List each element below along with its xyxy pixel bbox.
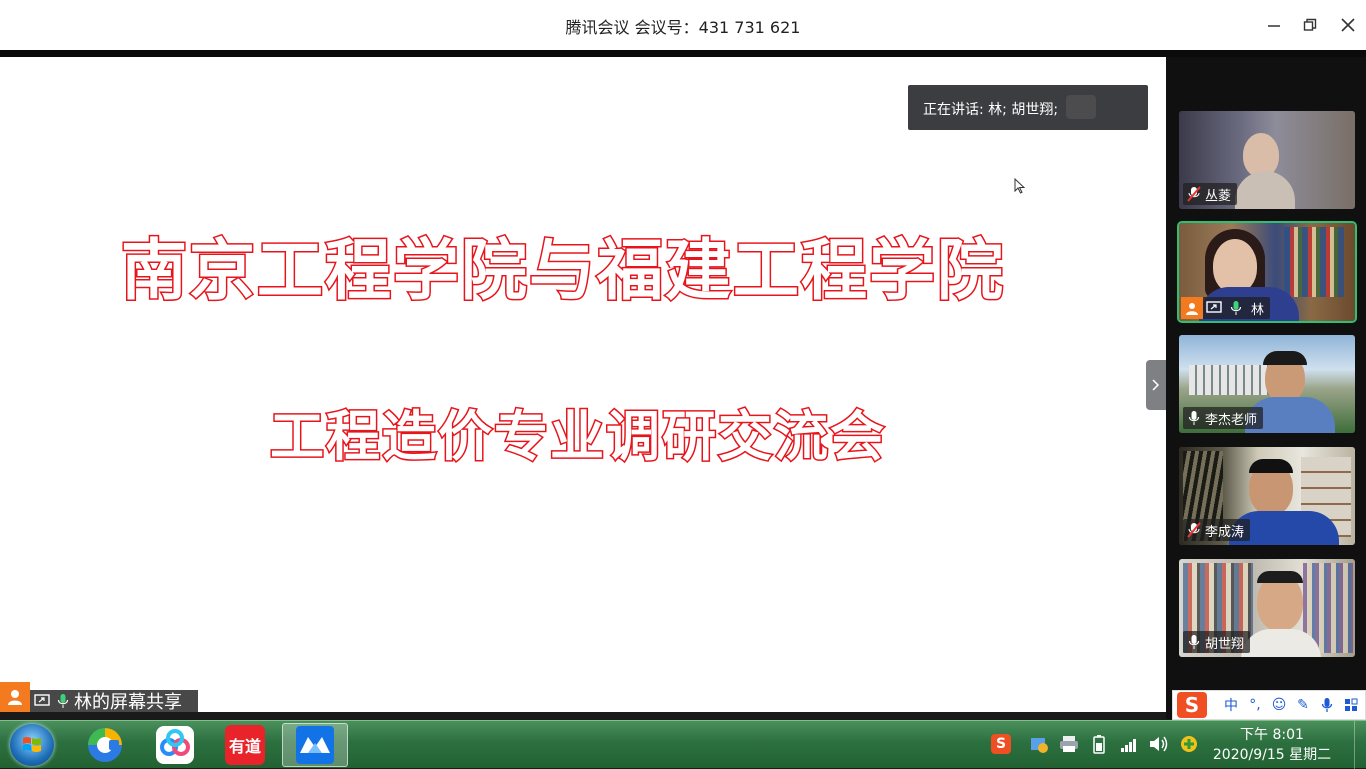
participant-panel: 丛菱 林 李杰老师 李成涛 胡世翔 — [1166, 57, 1366, 719]
taskbar: 有道 S 下午 8:01 2020/9/15 星期二 — [0, 720, 1366, 769]
close-icon[interactable] — [1336, 13, 1360, 37]
minimize-icon[interactable] — [1262, 13, 1286, 37]
screen-share-icon — [1203, 297, 1225, 319]
participant-tile[interactable]: 丛菱 — [1179, 111, 1355, 209]
battery-icon[interactable] — [1088, 733, 1110, 755]
speaking-text: 正在讲话: 林; 胡世翔; — [923, 102, 1059, 118]
window-title: 腾讯会议 会议号：431 731 621 — [565, 18, 801, 37]
screen-share-icon — [33, 692, 51, 710]
ime-toolbar: S 中 °, ☺ ✎ — [1172, 690, 1366, 720]
participant-tag: 李成涛 — [1183, 519, 1251, 541]
clock-date: 2020/9/15 星期二 — [1212, 747, 1332, 763]
chrome-like-icon — [88, 728, 122, 762]
clock-time: 下午 8:01 — [1240, 727, 1304, 743]
participant-tag: 胡世翔 — [1183, 631, 1251, 653]
speaking-overlay — [1066, 95, 1096, 119]
participant-tag: 李杰老师 — [1183, 407, 1264, 429]
clock[interactable]: 下午 8:01 2020/9/15 星期二 — [1212, 725, 1332, 765]
tray-app-icon[interactable] — [1028, 733, 1050, 755]
taskbar-app-netdisk[interactable] — [144, 723, 206, 767]
mic-icon — [1183, 631, 1205, 653]
participant-name: 丛菱 — [1205, 188, 1232, 204]
tray-shield-icon[interactable] — [1178, 733, 1200, 755]
participant-name: 林 — [1251, 302, 1265, 318]
participant-tile[interactable]: 李杰老师 — [1179, 335, 1355, 433]
participant-name: 李成涛 — [1205, 524, 1245, 540]
taskbar-app-browser[interactable] — [74, 723, 136, 767]
host-avatar-icon — [0, 682, 30, 712]
participant-name: 胡世翔 — [1205, 636, 1245, 652]
participant-name: 李杰老师 — [1205, 412, 1258, 428]
screen-share-tag: 林的屏幕共享 — [0, 682, 198, 712]
printer-icon[interactable] — [1058, 733, 1080, 755]
windows-logo-icon — [23, 737, 41, 752]
taskbar-app-youdao[interactable]: 有道 — [214, 723, 276, 767]
mic-muted-icon — [1183, 183, 1205, 205]
network-signal-icon[interactable] — [1118, 733, 1140, 755]
participant-tile-active[interactable]: 林 — [1177, 221, 1357, 323]
divider — [0, 50, 1366, 57]
show-desktop-button[interactable] — [1354, 721, 1366, 769]
collapse-panel-button[interactable] — [1146, 360, 1166, 410]
participant-tile[interactable]: 李成涛 — [1179, 447, 1355, 545]
ime-emoji-icon[interactable]: ☺ — [1267, 693, 1291, 717]
ime-handwrite-icon[interactable]: ✎ — [1291, 693, 1315, 717]
start-button[interactable] — [10, 724, 54, 766]
sogou-logo-icon[interactable]: S — [1177, 692, 1207, 718]
ime-punctuation-icon[interactable]: °, — [1243, 693, 1267, 717]
sogou-tray-icon[interactable]: S — [990, 733, 1012, 755]
mic-icon — [54, 692, 72, 710]
share-label: 林的屏幕共享 — [74, 692, 182, 712]
mic-active-icon — [1225, 297, 1247, 319]
slide-title: 南京工程学院与福建工程学院 — [120, 231, 1005, 311]
ime-toolbox-icon[interactable] — [1339, 693, 1363, 717]
host-avatar-icon — [1181, 297, 1203, 319]
participant-tag: 丛菱 — [1183, 183, 1238, 205]
participant-tile[interactable]: 胡世翔 — [1179, 559, 1355, 657]
taskbar-app-tencent-meeting[interactable] — [282, 723, 348, 767]
youdao-icon: 有道 — [225, 725, 265, 765]
slide-subtitle: 工程造价专业调研交流会 — [269, 404, 886, 470]
tencent-meeting-icon — [296, 726, 334, 764]
chevron-right-icon — [1152, 379, 1160, 391]
restore-icon[interactable] — [1298, 13, 1322, 37]
mic-icon — [1183, 407, 1205, 429]
mic-muted-icon — [1183, 519, 1205, 541]
participant-tag: 林 — [1181, 297, 1271, 319]
mouse-cursor-icon — [1014, 178, 1026, 194]
title-bar: 腾讯会议 会议号：431 731 621 — [0, 0, 1366, 50]
ime-voice-icon[interactable] — [1315, 693, 1339, 717]
ime-mode-chinese[interactable]: 中 — [1219, 693, 1243, 717]
speaking-indicator: 正在讲话: 林; 胡世翔; — [908, 85, 1148, 130]
baidu-netdisk-icon — [156, 726, 194, 764]
volume-icon[interactable] — [1148, 733, 1170, 755]
shared-screen: 南京工程学院与福建工程学院 工程造价专业调研交流会 正在讲话: 林; 胡世翔; … — [0, 57, 1166, 712]
